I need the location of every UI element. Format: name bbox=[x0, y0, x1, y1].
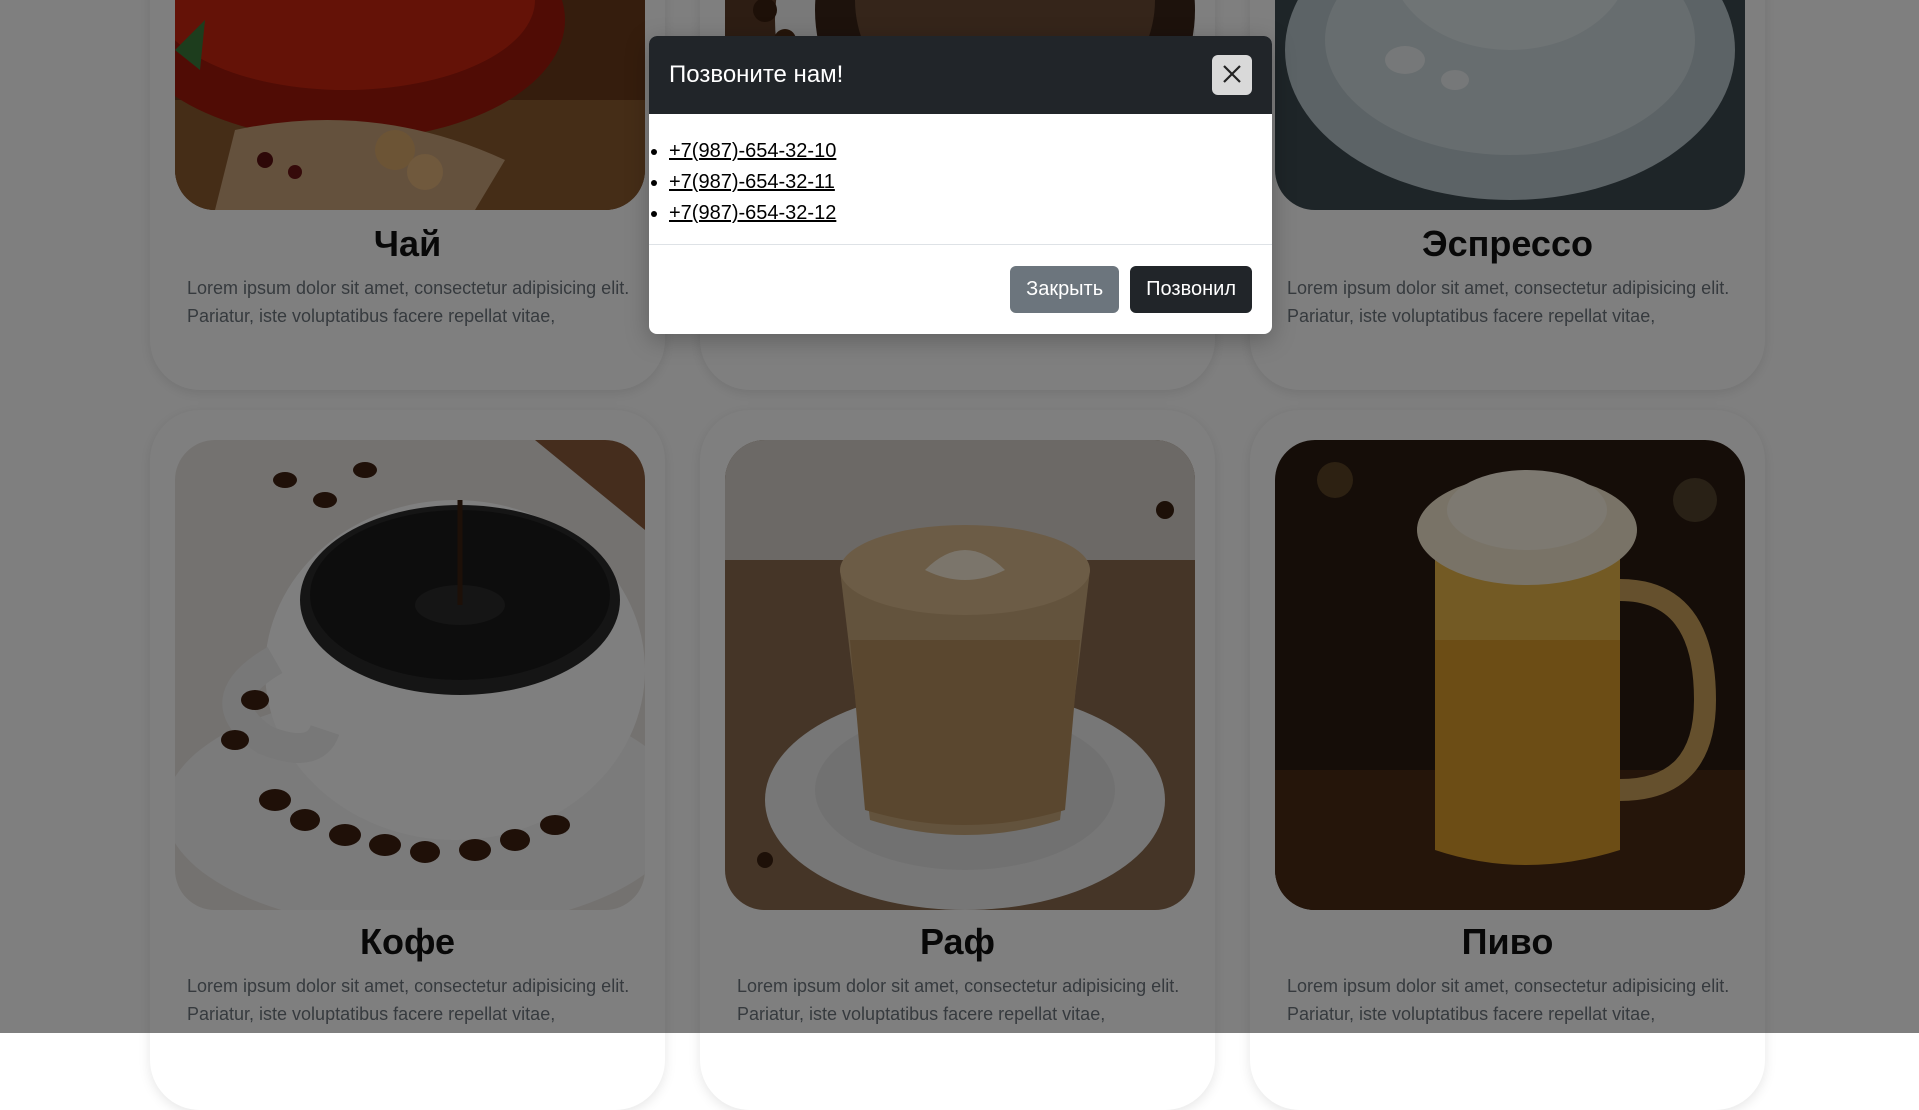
modal-header: Позвоните нам! bbox=[649, 36, 1272, 114]
called-button[interactable]: Позвонил bbox=[1130, 265, 1252, 313]
list-item: +7(987)-654-32-11 bbox=[669, 167, 1272, 198]
phone-link-3[interactable]: +7(987)-654-32-12 bbox=[669, 202, 836, 224]
close-button[interactable]: Закрыть bbox=[1010, 265, 1120, 313]
modal-title: Позвоните нам! bbox=[669, 61, 844, 88]
close-icon bbox=[1222, 64, 1242, 87]
modal-footer: Закрыть Позвонил bbox=[649, 245, 1272, 333]
list-item: +7(987)-654-32-10 bbox=[669, 136, 1272, 167]
modal-close-button[interactable] bbox=[1212, 55, 1252, 95]
modal-body: +7(987)-654-32-10 +7(987)-654-32-11 +7(9… bbox=[649, 114, 1272, 245]
phone-list: +7(987)-654-32-10 +7(987)-654-32-11 +7(9… bbox=[649, 136, 1272, 229]
phone-link-2[interactable]: +7(987)-654-32-11 bbox=[669, 171, 835, 193]
list-item: +7(987)-654-32-12 bbox=[669, 198, 1272, 229]
call-us-modal: Позвоните нам! +7(987)-654-32-10 +7(987)… bbox=[649, 36, 1272, 334]
phone-link-1[interactable]: +7(987)-654-32-10 bbox=[669, 140, 836, 162]
